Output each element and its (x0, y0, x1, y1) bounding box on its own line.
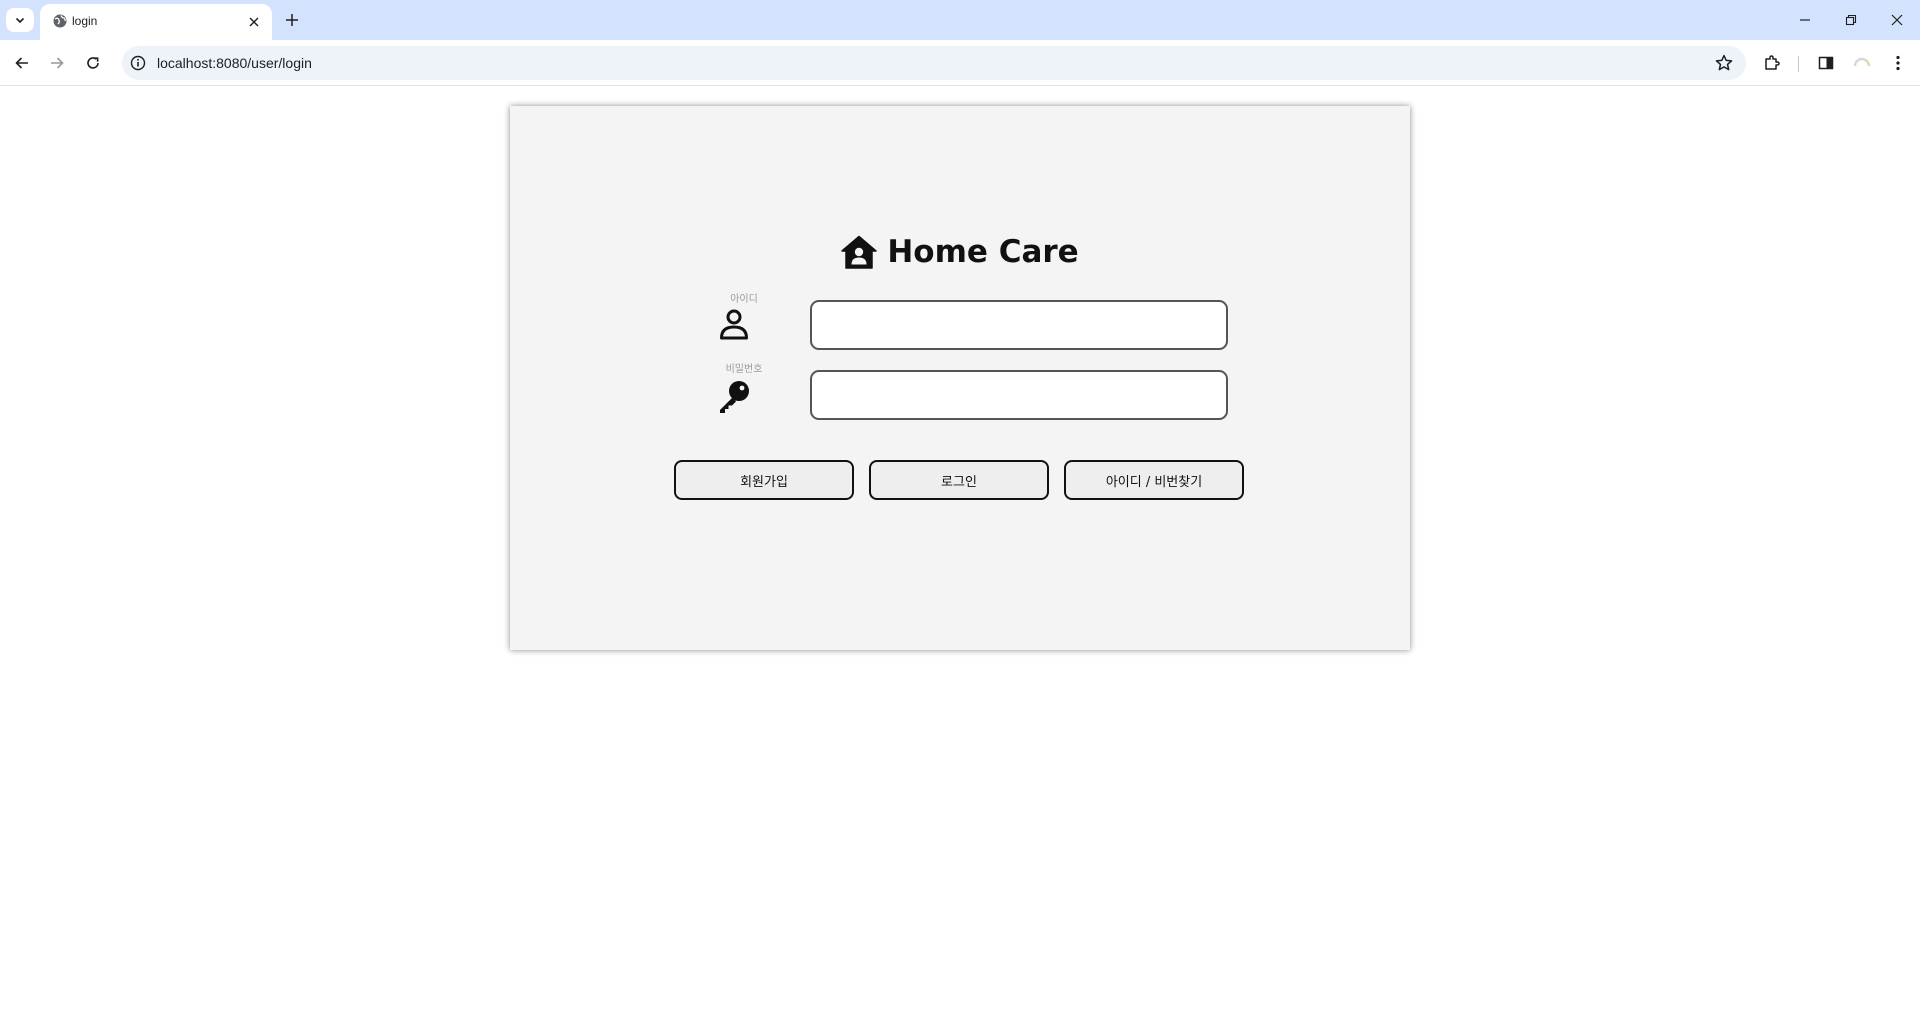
password-label: 비밀번호 (725, 364, 763, 375)
url-text[interactable]: localhost:8080/user/login (157, 55, 312, 71)
tab-list-button[interactable] (6, 8, 34, 32)
login-button[interactable]: 로그인 (869, 460, 1049, 500)
minimize-button[interactable] (1782, 0, 1828, 40)
signup-button[interactable]: 회원가입 (674, 460, 854, 500)
tab-close-button[interactable] (244, 12, 264, 32)
close-icon (1891, 14, 1903, 26)
side-panel-button[interactable] (1815, 52, 1837, 74)
profile-icon (1853, 57, 1871, 67)
login-card: Home Care 아이디 비밀번호 회원가입 로그인 아이디 / 비번찾기 (510, 106, 1410, 650)
browser-tab-bar: login (0, 0, 1920, 40)
close-icon (249, 17, 259, 27)
back-button[interactable] (8, 49, 36, 77)
user-icon (720, 309, 748, 340)
key-icon (720, 381, 749, 413)
info-icon[interactable] (130, 55, 146, 71)
id-label: 아이디 (730, 294, 758, 305)
address-bar[interactable]: localhost:8080/user/login (122, 46, 1746, 80)
restore-icon (1845, 14, 1857, 26)
new-tab-button[interactable] (280, 8, 304, 32)
puzzle-icon (1765, 55, 1780, 70)
tab-title: login (72, 14, 98, 28)
close-window-button[interactable] (1874, 0, 1920, 40)
brand-header: Home Care (510, 230, 1410, 274)
extensions-button[interactable] (1761, 52, 1783, 74)
house-user-icon (841, 235, 878, 269)
reload-button[interactable] (79, 49, 107, 77)
id-field[interactable] (810, 300, 1228, 350)
find-account-button[interactable]: 아이디 / 비번찾기 (1064, 460, 1244, 500)
tab-login[interactable]: login (40, 4, 272, 40)
toolbar-separator (1798, 56, 1799, 72)
chevron-down-icon (15, 17, 25, 24)
forward-button[interactable] (43, 49, 71, 77)
minimize-icon (1800, 19, 1810, 21)
globe-icon (53, 14, 67, 28)
arrow-right-icon (51, 57, 64, 69)
profile-button[interactable] (1851, 52, 1873, 74)
browser-menu-button[interactable] (1887, 52, 1909, 74)
arrow-left-icon (15, 57, 28, 69)
kebab-menu-icon (1896, 55, 1900, 71)
side-panel-icon (1818, 56, 1834, 70)
plus-icon (286, 14, 298, 26)
star-icon[interactable] (1714, 53, 1734, 73)
browser-toolbar: localhost:8080/user/login (0, 40, 1920, 86)
reload-icon (87, 57, 99, 69)
brand-title: Home Care (887, 234, 1079, 270)
password-field[interactable] (810, 370, 1228, 420)
restore-button[interactable] (1828, 0, 1874, 40)
